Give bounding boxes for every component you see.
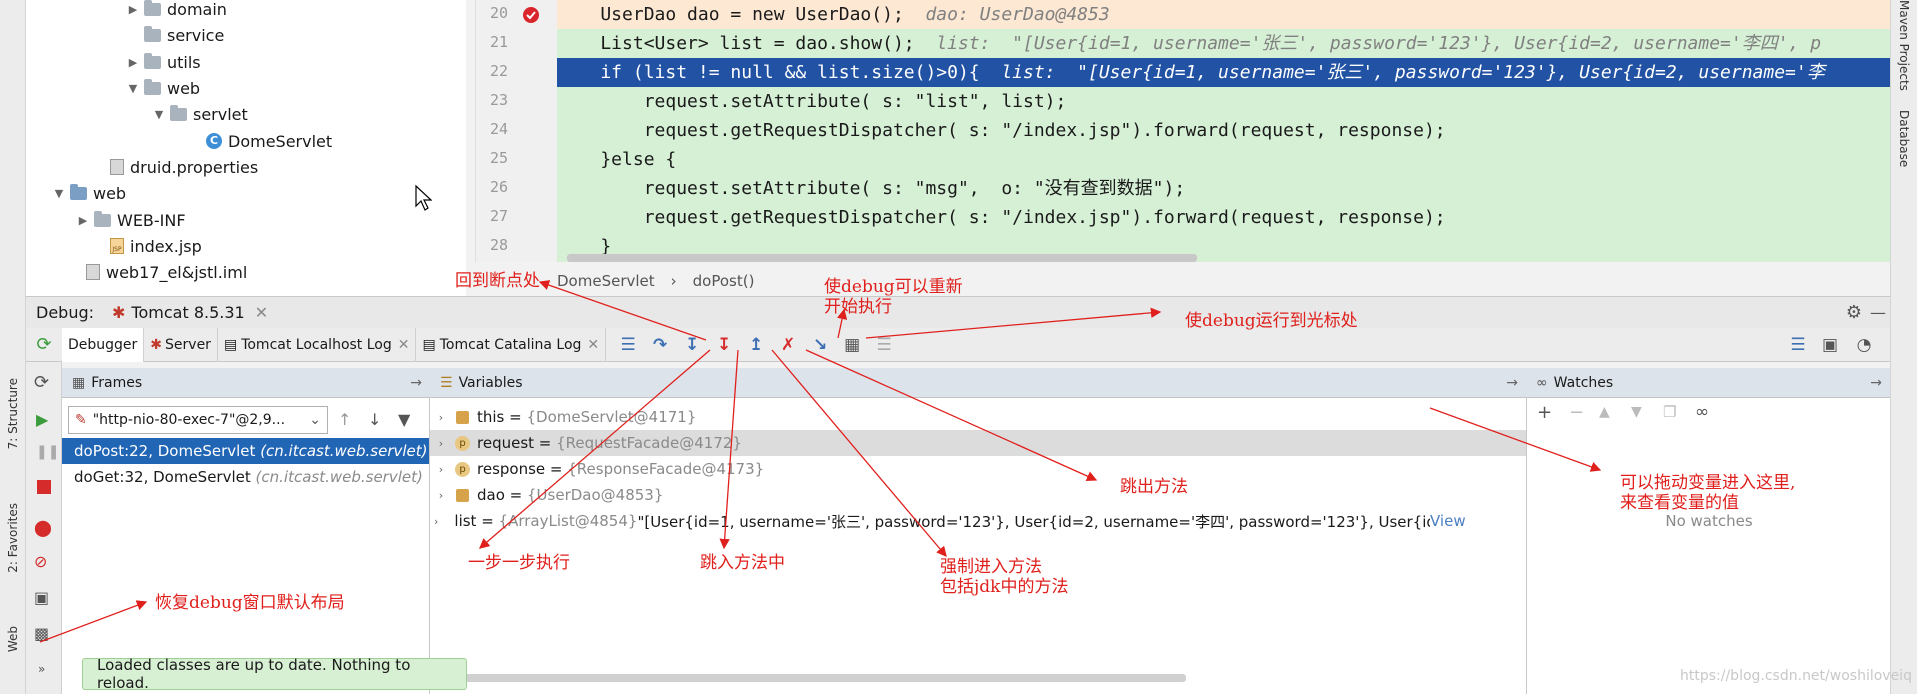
arrow-step-over (479, 349, 711, 549)
arrow-back-to-breakpoint (538, 280, 707, 341)
arrow-force-step (771, 349, 947, 557)
arrow-step-into (719, 349, 739, 550)
annotation-force-step-line2: 包括jdk中的方法 (940, 577, 1069, 597)
annotation-restart-line2: 开始执行 (824, 297, 892, 317)
arrow-run-to-cursor (865, 307, 1162, 339)
annotation-back-to-breakpoint: 回到断点处 (455, 271, 540, 291)
annotation-drag-var-line2: 来查看变量的值 (1620, 493, 1739, 513)
annotation-step-out: 跳出方法 (1120, 477, 1188, 497)
annotation-run-to-cursor: 使debug运行到光标处 (1185, 311, 1358, 331)
arrow-restore-layout (39, 600, 148, 643)
annotation-step-into: 跳入方法中 (700, 553, 785, 573)
annotation-step-over: 一步一步执行 (468, 553, 570, 573)
arrow-step-out (805, 349, 1098, 482)
annotation-restore-layout: 恢复debug窗口默认布局 (155, 593, 345, 613)
arrow-watches (1429, 407, 1602, 472)
